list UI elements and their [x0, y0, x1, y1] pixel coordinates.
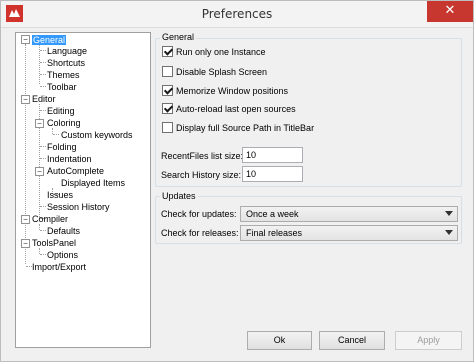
tree-item-toolspanel[interactable]: ToolsPanel [32, 237, 76, 249]
apply-button[interactable]: Apply [395, 331, 462, 350]
tree-item-compiler[interactable]: Compiler [32, 213, 68, 225]
tree-item-themes[interactable]: Themes [47, 69, 80, 81]
search-history-input[interactable] [242, 166, 303, 182]
general-group-title: General [160, 32, 197, 42]
tree-item-folding[interactable]: Folding [47, 141, 77, 153]
tree-item-editor[interactable]: Editor [32, 93, 56, 105]
checkbox-box[interactable] [162, 103, 173, 114]
check-updates-value: Once a week [246, 209, 299, 219]
checkbox-box[interactable] [162, 122, 173, 133]
check-releases-value: Final releases [246, 228, 303, 238]
updates-group-title: Updates [160, 191, 198, 201]
checkbox-label: Auto-reload last open sources [176, 104, 296, 114]
tree-item-import-export[interactable]: Import/Export [32, 261, 86, 273]
recent-files-input[interactable] [242, 147, 303, 163]
expand-autocomplete-icon[interactable]: − [35, 167, 44, 176]
chevron-down-icon [445, 230, 453, 235]
tree-item-language[interactable]: Language [47, 45, 87, 57]
general-group: General Run only one Instance Disable Sp… [155, 32, 462, 187]
recent-files-label: RecentFiles list size: [161, 151, 244, 161]
updates-group: Updates Check for updates: Once a week C… [155, 191, 462, 244]
checkbox-box[interactable] [162, 85, 173, 96]
check-releases-dropdown[interactable]: Final releases [240, 225, 458, 241]
expand-toolspanel-icon[interactable]: − [21, 239, 30, 248]
preferences-tree[interactable]: − General Language Shortcuts Themes Tool… [15, 32, 151, 348]
tree-item-options[interactable]: Options [47, 249, 78, 261]
ok-button[interactable]: Ok [247, 331, 312, 350]
preferences-window: Preferences ✕ − General Language Shortcu… [0, 0, 474, 362]
tree-item-issues[interactable]: Issues [47, 189, 73, 201]
search-history-label: Search History size: [161, 170, 242, 180]
tree-item-shortcuts[interactable]: Shortcuts [47, 57, 85, 69]
check-updates-label: Check for updates: [161, 209, 237, 219]
expand-general-icon[interactable]: − [21, 35, 30, 44]
tree-item-indentation[interactable]: Indentation [47, 153, 92, 165]
check-releases-label: Check for releases: [161, 228, 239, 238]
check-updates-dropdown[interactable]: Once a week [240, 206, 458, 222]
checkbox-label: Memorize Window positions [176, 86, 289, 96]
title-bar: Preferences ✕ [1, 1, 473, 28]
tree-item-displayed-items[interactable]: Displayed Items [61, 177, 125, 189]
chevron-down-icon [445, 211, 453, 216]
checkbox-label: Disable Splash Screen [176, 67, 268, 77]
checkbox-label: Display full Source Path in TitleBar [176, 123, 315, 133]
close-button[interactable]: ✕ [427, 1, 473, 22]
checkbox-box[interactable] [162, 46, 173, 57]
cancel-button[interactable]: Cancel [319, 331, 385, 350]
tree-item-editing[interactable]: Editing [47, 105, 75, 117]
expand-coloring-icon[interactable]: − [35, 119, 44, 128]
expand-compiler-icon[interactable]: − [21, 215, 30, 224]
tree-item-toolbar[interactable]: Toolbar [47, 81, 77, 93]
checkbox-box[interactable] [162, 66, 173, 77]
tree-item-session-history[interactable]: Session History [47, 201, 110, 213]
expand-editor-icon[interactable]: − [21, 95, 30, 104]
window-title: Preferences [201, 7, 273, 21]
checkbox-label: Run only one Instance [176, 47, 266, 57]
tree-item-defaults[interactable]: Defaults [47, 225, 80, 237]
tree-item-coloring[interactable]: Coloring [47, 117, 81, 129]
tree-item-custom-keywords[interactable]: Custom keywords [61, 129, 133, 141]
tree-item-autocomplete[interactable]: AutoComplete [47, 165, 104, 177]
